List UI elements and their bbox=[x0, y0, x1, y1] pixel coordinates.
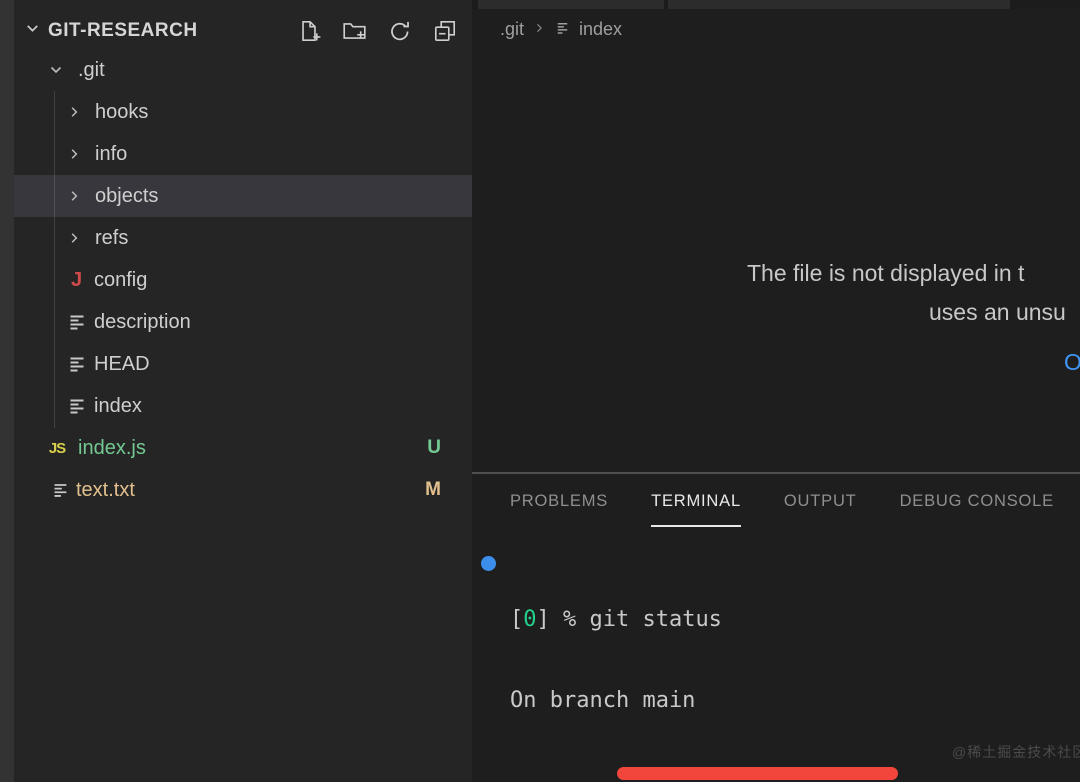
tree-item-label: HEAD bbox=[94, 352, 150, 375]
tree-item-refs[interactable]: refs bbox=[14, 217, 472, 259]
prompt-exit-code: 0 bbox=[523, 607, 537, 632]
editor-tab-partial[interactable] bbox=[478, 0, 664, 9]
refresh-button[interactable] bbox=[387, 18, 413, 44]
explorer-project-title: GIT-RESEARCH bbox=[48, 19, 198, 41]
explorer-actions bbox=[296, 18, 458, 44]
terminal-line-prompt: [0] % git status bbox=[510, 606, 1080, 633]
tree-item-info[interactable]: info bbox=[14, 133, 472, 175]
chevron-right-icon bbox=[67, 188, 82, 204]
tree-item-label: config bbox=[94, 268, 148, 291]
file-tree: .git hooks info objects refs J config de… bbox=[14, 49, 472, 511]
chevron-right-icon bbox=[67, 104, 82, 120]
js-file-icon: JS bbox=[48, 439, 66, 457]
git-status-badge-untracked: U bbox=[427, 437, 441, 458]
tree-item-label: description bbox=[94, 310, 191, 333]
config-file-icon: J bbox=[70, 268, 83, 291]
text-file-icon bbox=[65, 353, 88, 375]
tree-item-config[interactable]: J config bbox=[14, 259, 472, 301]
git-status-badge-modified: M bbox=[425, 479, 441, 500]
tree-item-label: index bbox=[94, 394, 142, 417]
refresh-icon bbox=[391, 21, 409, 40]
editor-tab-partial[interactable] bbox=[668, 0, 1010, 9]
tree-item-label: hooks bbox=[95, 100, 149, 123]
tree-item-description[interactable]: description bbox=[14, 301, 472, 343]
watermark: @稀土掘金技术社区 bbox=[952, 744, 1080, 760]
new-file-icon bbox=[302, 20, 321, 41]
tree-item-index-js[interactable]: JS index.js U bbox=[14, 427, 472, 469]
breadcrumb-item-file[interactable]: index bbox=[579, 19, 622, 40]
breadcrumb: .git index bbox=[472, 9, 1080, 49]
chevron-down-icon[interactable] bbox=[24, 20, 41, 42]
editor-pane: .git index The file is not displayed in … bbox=[472, 0, 1080, 472]
chevron-down-icon bbox=[48, 62, 64, 78]
red-highlight-annotation bbox=[617, 767, 898, 780]
terminal-command-decoration-dot[interactable] bbox=[481, 556, 496, 571]
tree-item-head[interactable]: HEAD bbox=[14, 343, 472, 385]
terminal-line: On branch main bbox=[510, 688, 696, 713]
tree-item-label: index.js bbox=[78, 436, 146, 459]
tree-item-objects[interactable]: objects bbox=[14, 175, 472, 217]
binary-file-message-line1: The file is not displayed in t bbox=[747, 260, 1025, 286]
tree-item-git-folder[interactable]: .git bbox=[14, 49, 472, 91]
open-anyway-link[interactable]: O bbox=[1064, 349, 1080, 376]
tab-terminal[interactable]: TERMINAL bbox=[651, 474, 741, 528]
panel-tab-bar: PROBLEMS TERMINAL OUTPUT DEBUG CONSOLE bbox=[472, 474, 1080, 528]
tab-output[interactable]: OUTPUT bbox=[784, 474, 857, 528]
breadcrumb-separator-icon bbox=[533, 19, 546, 40]
text-file-icon bbox=[50, 480, 70, 500]
tab-debug-console[interactable]: DEBUG CONSOLE bbox=[900, 474, 1054, 528]
activity-bar-edge bbox=[0, 0, 14, 782]
text-file-icon bbox=[555, 19, 570, 40]
tree-item-hooks[interactable]: hooks bbox=[14, 91, 472, 133]
tree-item-label: info bbox=[95, 142, 128, 165]
prompt-bracket: [ bbox=[510, 607, 524, 632]
tree-item-index[interactable]: index bbox=[14, 385, 472, 427]
tree-item-text-txt[interactable]: text.txt M bbox=[14, 469, 472, 511]
indent-guide bbox=[54, 91, 55, 428]
collapse-all-button[interactable] bbox=[432, 18, 458, 44]
new-folder-button[interactable] bbox=[341, 18, 368, 44]
collapse-all-icon bbox=[434, 20, 456, 41]
new-file-button[interactable] bbox=[296, 18, 322, 44]
tree-item-label: refs bbox=[95, 226, 129, 249]
chevron-right-icon bbox=[67, 230, 82, 246]
chevron-right-icon bbox=[67, 146, 82, 162]
explorer-sidebar: GIT-RESEARCH .git hooks info objects ref… bbox=[14, 0, 472, 782]
editor-tab-bar bbox=[472, 0, 1080, 9]
prompt-command: ] % git status bbox=[536, 607, 722, 632]
binary-file-message-line2: uses an unsu bbox=[929, 299, 1066, 325]
explorer-section-header[interactable]: GIT-RESEARCH bbox=[14, 0, 472, 49]
breadcrumb-item-folder[interactable]: .git bbox=[500, 19, 524, 40]
bottom-panel: PROBLEMS TERMINAL OUTPUT DEBUG CONSOLE [… bbox=[472, 472, 1080, 782]
tab-problems[interactable]: PROBLEMS bbox=[510, 474, 608, 528]
text-file-icon bbox=[65, 395, 88, 417]
tree-item-label: text.txt bbox=[76, 478, 135, 501]
text-file-icon bbox=[65, 311, 88, 333]
new-folder-icon bbox=[343, 22, 366, 39]
tree-item-label: objects bbox=[95, 184, 159, 207]
tree-item-label: .git bbox=[78, 58, 105, 81]
